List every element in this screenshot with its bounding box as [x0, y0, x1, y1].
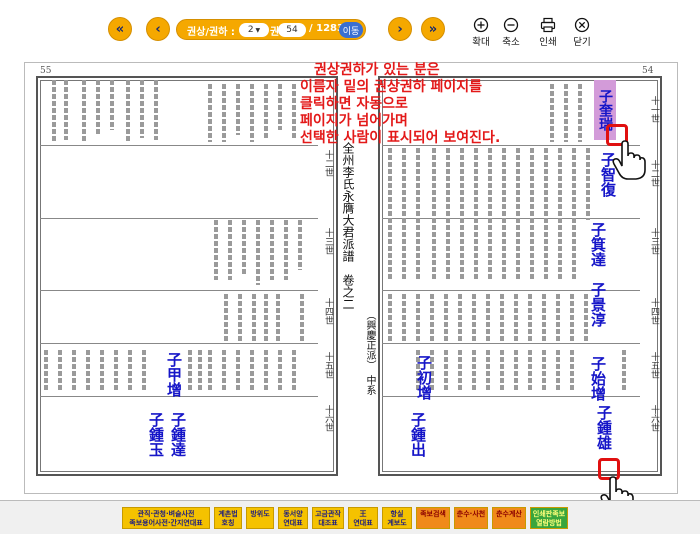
person-name-link[interactable]: 子鍾雄 [595, 405, 613, 450]
left-page-number: 55 [40, 66, 52, 76]
volume-select[interactable]: 2 ▼ [239, 23, 269, 37]
printer-icon [540, 17, 556, 33]
close-label: 닫기 [573, 37, 591, 48]
gen-label-left-16: 十六世 [323, 405, 333, 432]
gen-label-left-13: 十三世 [323, 228, 333, 255]
zoom-out-button[interactable]: 축소 [494, 17, 528, 48]
dropdown-arrow-icon: ▼ [255, 26, 261, 34]
person-name-link[interactable]: 子鍾出 [409, 412, 427, 457]
genealogy-search-button[interactable]: 족보검색 [416, 507, 450, 529]
person-name-link[interactable]: 子景淳 [589, 282, 607, 327]
person-name-link[interactable]: 子箕達 [589, 222, 607, 267]
gen-label-left-15: 十五世 [323, 352, 333, 379]
print-label: 인쇄 [539, 37, 557, 48]
page-input-value: 54 [286, 25, 298, 35]
gen-label-right-11: 十一世 [649, 96, 659, 123]
first-page-button[interactable]: « [108, 17, 132, 41]
gen-label-right-13: 十三世 [649, 228, 659, 255]
top-toolbar: « ‹ 권상/권하 : 2 ▼ 권 54 / 1283 이동 › » 확대 축소… [0, 0, 700, 52]
chevron-right-icon: › [397, 21, 403, 37]
bottom-toolbar: 관직·관청·벼슬사전 족보용어사전·간지연대표 계촌법 호칭 방위도 동서양 연… [0, 500, 700, 534]
callout-line: 클릭하면 자동으로 [300, 96, 408, 112]
dictionary-button[interactable]: 관직·관청·벼슬사전 족보용어사전·간지연대표 [122, 507, 210, 529]
gen-label-left-14: 十四世 [323, 298, 333, 325]
gen-label-left-12: 十二世 [323, 150, 333, 177]
person-name-link[interactable]: 子鍾達 [169, 412, 187, 457]
close-button[interactable]: 닫기 [565, 17, 599, 48]
callout-line: 이름자 밑의 권상권하 페이지를 [300, 79, 483, 95]
gen-label-right-14: 十四世 [649, 298, 659, 325]
last-page-button[interactable]: » [421, 17, 445, 41]
book-title-spine: 全州李氏永膺大君派譜 卷之二 [341, 142, 355, 310]
callout-line: 권상권하가 있는 분은 [314, 62, 440, 78]
official-titles-button[interactable]: 고금관작 대조표 [312, 507, 344, 529]
king-timeline-button[interactable]: 王 연대표 [348, 507, 378, 529]
zoom-in-icon [473, 17, 489, 33]
zoom-out-label: 축소 [502, 37, 520, 48]
person-name-link[interactable]: 子甲增 [165, 352, 183, 397]
double-chevron-left-icon: « [115, 21, 125, 37]
volume-label: 권상/권하 : [187, 27, 235, 38]
person-name-link[interactable]: 子鍾玉 [147, 412, 165, 457]
callout-line: 선택한 사람이 표시되어 보여진다. [300, 130, 501, 146]
chon-su-button[interactable]: 춘수·사천 [454, 507, 488, 529]
volume-page-navigator: 권상/권하 : 2 ▼ 권 54 / 1283 이동 [176, 19, 366, 40]
callout-line: 페이지가 넘어가며 [300, 113, 408, 129]
book-subtitle-spine: （興慶正派） 中系 [364, 310, 375, 395]
double-chevron-right-icon: » [428, 21, 438, 37]
chon-calculator-button[interactable]: 춘수계산 [492, 507, 526, 529]
zoom-out-icon [503, 17, 519, 33]
person-name-link[interactable]: 子始增 [589, 356, 607, 401]
person-name-link[interactable]: 子初增 [415, 355, 433, 400]
close-icon [574, 17, 590, 33]
prev-page-button[interactable]: ‹ [146, 17, 170, 41]
gen-label-right-12: 十二世 [649, 160, 659, 187]
east-west-timeline-button[interactable]: 동서양 연대표 [278, 507, 308, 529]
gen-label-right-15: 十五世 [649, 352, 659, 379]
gen-label-right-16: 十六世 [649, 405, 659, 432]
chevron-left-icon: ‹ [155, 21, 161, 37]
next-page-button[interactable]: › [388, 17, 412, 41]
royal-lineage-button[interactable]: 항실 계보도 [382, 507, 412, 529]
right-page-number: 54 [642, 66, 654, 76]
instruction-callout: 권상권하가 있는 분은 이름자 밑의 권상권하 페이지를 클릭하면 자동으로 페… [300, 62, 600, 147]
page-input[interactable]: 54 [278, 23, 306, 37]
print-button[interactable]: 인쇄 [531, 17, 565, 48]
zoom-in-button[interactable]: 확대 [464, 17, 498, 48]
volume-select-value: 2 [247, 25, 254, 35]
print-edition-guide-button[interactable]: 인쇄판족보 열람방법 [530, 507, 568, 529]
zoom-in-label: 확대 [472, 37, 490, 48]
direction-chart-button[interactable]: 방위도 [246, 507, 274, 529]
kinship-button[interactable]: 계촌법 호칭 [214, 507, 242, 529]
go-button[interactable]: 이동 [339, 22, 363, 38]
hand-pointer-icon [612, 140, 646, 180]
